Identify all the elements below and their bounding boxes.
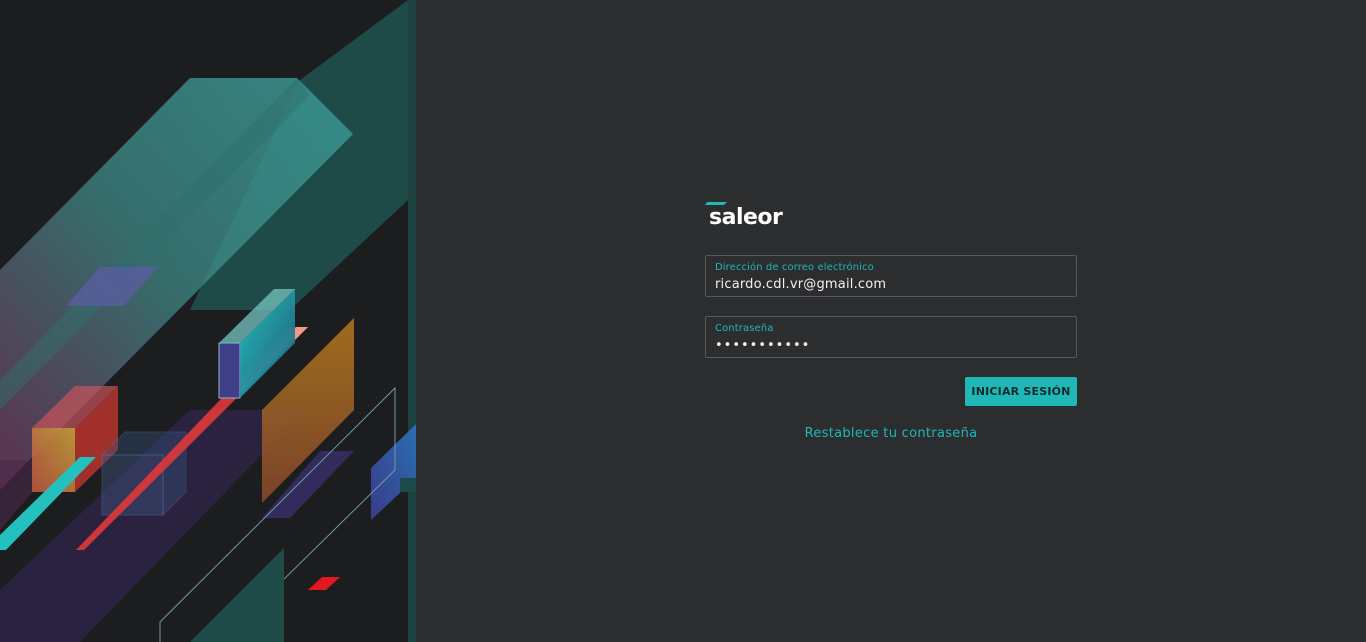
email-input[interactable] — [715, 275, 1065, 293]
email-field[interactable]: Dirección de correo electrónico — [705, 255, 1077, 297]
saleor-logo: saleor — [705, 202, 784, 230]
login-button[interactable]: INICIAR SESIÓN — [965, 377, 1077, 406]
decorative-art-panel — [0, 0, 416, 642]
reset-password-link[interactable]: Restablece tu contraseña — [705, 426, 1077, 441]
login-main-area: saleor Dirección de correo electrónico C… — [416, 0, 1366, 642]
email-label: Dirección de correo electrónico — [715, 262, 874, 273]
abstract-illustration — [0, 0, 416, 642]
password-input[interactable] — [715, 336, 1065, 354]
svg-text:saleor: saleor — [709, 205, 783, 230]
password-label: Contraseña — [715, 323, 774, 334]
password-field[interactable]: Contraseña — [705, 316, 1077, 358]
